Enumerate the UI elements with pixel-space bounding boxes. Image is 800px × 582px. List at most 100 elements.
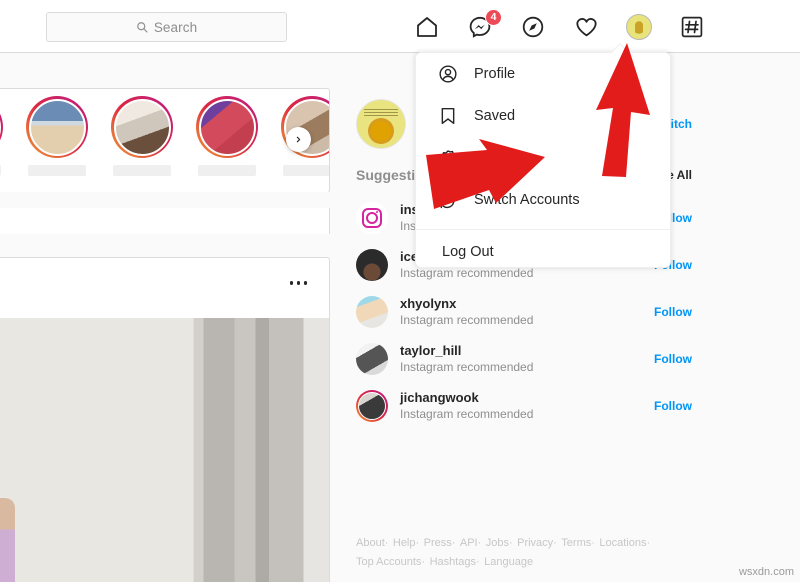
footer-link-locations[interactable]: Locations	[599, 537, 646, 549]
avatar[interactable]	[356, 248, 388, 281]
follow-button[interactable]: Follow	[654, 399, 692, 413]
person-circle-icon	[439, 65, 457, 83]
avatar-image	[358, 391, 386, 420]
menu-item-label: Log Out	[442, 244, 494, 260]
home-icon[interactable]	[413, 13, 441, 41]
list-item[interactable]: xhyolynx Instagram recommended Follow	[356, 288, 692, 335]
hashtag-icon-glyph	[681, 16, 703, 37]
story-thumbnail	[0, 98, 1, 156]
story-username	[28, 165, 86, 176]
more-options-icon[interactable]	[289, 281, 307, 285]
post-image	[0, 318, 329, 582]
footer-link-help[interactable]: Help	[393, 537, 416, 549]
footer-separator: ·	[477, 537, 482, 549]
footer-line-2: Top Accounts· Hashtags· Language	[356, 552, 696, 571]
menu-item-switch-accounts[interactable]: Switch Accounts	[416, 179, 670, 221]
stories-strip[interactable]	[0, 96, 329, 176]
hashtag-icon[interactable]	[678, 13, 706, 41]
menu-item-profile[interactable]: Profile	[416, 53, 670, 95]
search-input[interactable]: Search	[46, 12, 287, 42]
footer-link-press[interactable]: Press	[424, 537, 452, 549]
footer-link-top-accounts[interactable]: Top Accounts	[356, 556, 421, 568]
story-item[interactable]	[20, 96, 94, 176]
story-username	[198, 165, 256, 176]
avatar[interactable]	[356, 389, 388, 422]
follow-button[interactable]: Follow	[654, 352, 692, 366]
gear-icon	[440, 150, 456, 166]
footer-links: About· Help· Press· API· Jobs· Privacy· …	[356, 533, 696, 571]
story-item[interactable]	[105, 96, 179, 176]
story-username	[0, 165, 1, 176]
avatar[interactable]	[356, 342, 388, 375]
instagram-logo-icon	[362, 207, 382, 228]
search-placeholder: Search	[153, 19, 198, 35]
account-subtitle: Instagram recommended	[400, 406, 534, 421]
footer-separator: ·	[384, 537, 389, 549]
menu-item-label: Profile	[474, 66, 516, 82]
instagram-feed-screen: Switch Suggestions See All instagram Ins…	[0, 0, 800, 582]
footer-separator: ·	[646, 537, 651, 549]
nav-icon-group: 4	[413, 0, 706, 53]
footer-link-about[interactable]: About	[356, 537, 385, 549]
account-username[interactable]: xhyolynx	[400, 296, 533, 312]
footer-separator: ·	[421, 556, 426, 568]
footer-separator: ·	[591, 537, 595, 549]
profile-dropdown-menu[interactable]: Profile Saved Settings Switch Accounts L…	[415, 43, 671, 268]
footer-link-terms[interactable]: Terms	[561, 537, 591, 549]
account-meta: xhyolynx Instagram recommended	[400, 296, 533, 328]
footer-link-api[interactable]: API	[460, 537, 478, 549]
footer-separator: ·	[508, 537, 513, 549]
story-username	[283, 165, 329, 176]
story-item[interactable]	[190, 96, 264, 176]
post-header	[0, 258, 329, 318]
footer-separator: ·	[476, 556, 480, 568]
avatar[interactable]	[356, 99, 406, 149]
menu-item-label: Saved	[474, 108, 516, 124]
story-thumbnail	[28, 98, 86, 156]
stories-tray[interactable]	[0, 88, 330, 193]
chevron-right-icon	[296, 136, 301, 143]
footer-link-privacy[interactable]: Privacy	[517, 537, 553, 549]
menu-item-saved[interactable]: Saved	[416, 95, 670, 137]
avatar[interactable]	[356, 201, 388, 234]
heart-icon-glyph	[575, 18, 597, 37]
follow-button[interactable]: Follow	[654, 305, 692, 319]
account-meta: jichangwook Instagram recommended	[400, 390, 533, 422]
home-icon-glyph	[417, 16, 437, 37]
stories-next-button[interactable]	[286, 127, 311, 152]
footer-link-hashtags[interactable]: Hashtags	[430, 556, 476, 568]
search-icon	[136, 22, 148, 33]
footer-separator: ·	[415, 537, 420, 549]
story-username	[113, 165, 171, 176]
notification-badge: 4	[485, 8, 502, 26]
menu-item-log-out[interactable]: Log Out	[416, 230, 670, 274]
story-ring	[0, 96, 3, 158]
footer-link-jobs[interactable]: Jobs	[486, 537, 509, 549]
account-username[interactable]: taylor_hill	[400, 343, 533, 359]
footer-link-language[interactable]: Language	[484, 556, 533, 568]
account-meta: taylor_hill Instagram recommended	[400, 343, 533, 375]
switch-arrows-icon	[440, 191, 456, 209]
bookmark-icon	[441, 107, 455, 125]
story-thumbnail	[198, 98, 256, 156]
account-subtitle: Instagram recommended	[400, 359, 534, 374]
stories-card-bottom	[0, 208, 330, 234]
avatar[interactable]	[356, 295, 388, 328]
story-item[interactable]	[0, 96, 9, 176]
account-username[interactable]: jichangwook	[400, 390, 533, 406]
footer-separator: ·	[451, 537, 456, 549]
top-navigation-bar: Search 4	[0, 0, 800, 53]
list-item[interactable]: taylor_hill Instagram recommended Follow	[356, 335, 692, 382]
footer-line-1: About· Help· Press· API· Jobs· Privacy· …	[356, 533, 696, 552]
profile-avatar-button[interactable]	[625, 13, 653, 41]
compass-icon[interactable]	[519, 13, 547, 41]
avatar	[626, 13, 652, 40]
messenger-icon[interactable]: 4	[466, 8, 502, 41]
compass-icon-glyph	[522, 16, 544, 37]
menu-item-settings[interactable]: Settings	[416, 137, 670, 179]
list-item[interactable]: jichangwook Instagram recommended Follow	[356, 382, 692, 429]
menu-item-label: Settings	[474, 150, 527, 166]
feed-post[interactable]	[0, 257, 330, 582]
heart-icon[interactable]	[572, 13, 600, 41]
story-thumbnail	[113, 98, 171, 156]
